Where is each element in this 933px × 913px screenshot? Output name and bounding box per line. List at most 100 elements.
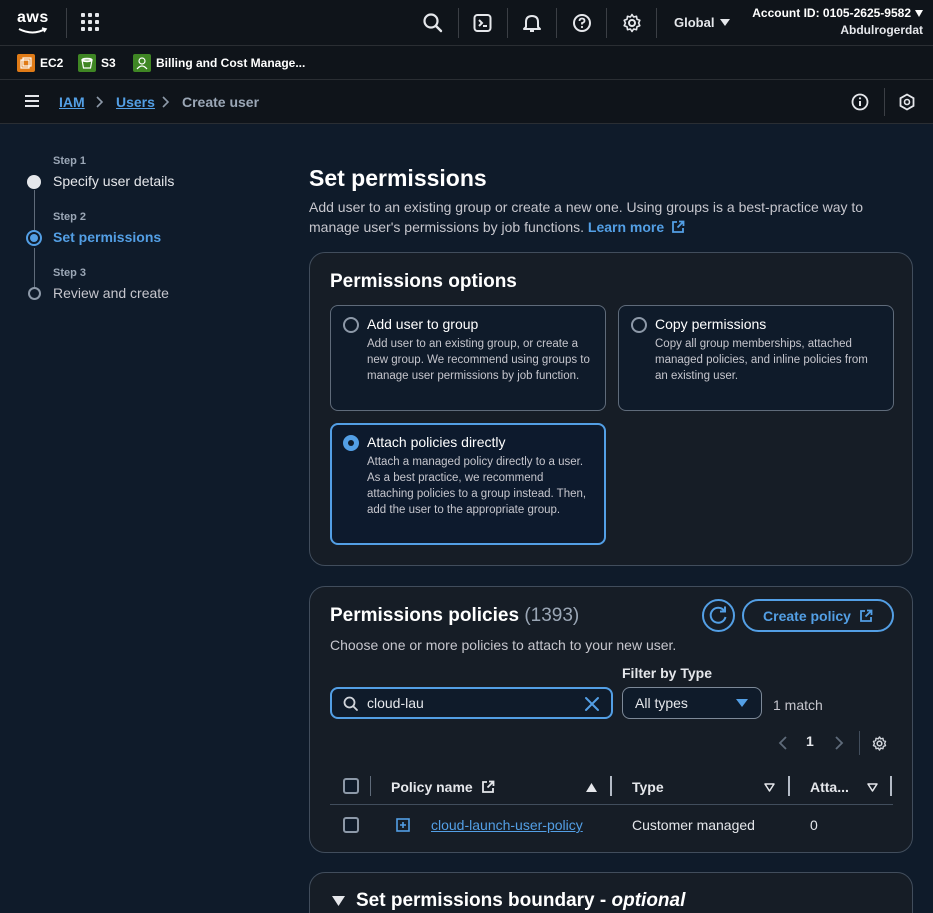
option-title: Copy permissions (655, 316, 767, 332)
match-count: 1 match (773, 697, 823, 713)
breadcrumb-iam[interactable]: IAM (59, 94, 85, 110)
nav-divider (556, 8, 557, 38)
external-link-icon (860, 609, 873, 622)
column-divider (370, 776, 371, 796)
table-row[interactable]: cloud-launch-user-policy Customer manage… (330, 805, 893, 845)
aws-smile-icon (18, 27, 48, 34)
account-user-name: Abdulrogerdat (840, 23, 923, 37)
permissions-policies-description: Choose one or more policies to attach to… (330, 637, 677, 653)
search-icon[interactable] (422, 12, 444, 34)
permissions-boundary-container: Set permissions boundary - optional (309, 872, 913, 913)
option-copy-permissions[interactable]: Copy permissions Copy all group membersh… (618, 305, 894, 411)
expand-icon[interactable] (396, 818, 410, 832)
option-description: Copy all group memberships, attached man… (655, 338, 868, 382)
menu-icon[interactable] (25, 95, 39, 108)
external-link-icon (481, 780, 494, 793)
refresh-button[interactable] (702, 599, 735, 632)
column-type[interactable]: Type (632, 779, 664, 795)
column-label: Policy name (391, 779, 473, 795)
column-policy-name[interactable]: Policy name (391, 779, 495, 795)
permissions-options-container: Permissions options Add user to group Ad… (309, 252, 913, 566)
option-attach-policies-directly[interactable]: Attach policies directly Attach a manage… (330, 423, 606, 545)
hexagon-settings-icon[interactable] (897, 92, 917, 112)
search-value: cloud-lau (367, 695, 424, 711)
account-id: Account ID: 0105-2625-9582 (752, 6, 911, 20)
step-3-number: Step 3 (53, 267, 87, 279)
gear-icon[interactable] (621, 12, 643, 34)
step-connector (34, 248, 35, 288)
favorite-ec2[interactable]: EC2 (17, 53, 63, 73)
grid-icon[interactable] (81, 13, 101, 33)
nav-divider (884, 88, 885, 116)
page-number[interactable]: 1 (806, 733, 814, 749)
page-description-text: Add user to an existing group or create … (309, 199, 864, 235)
region-label: Global (674, 15, 715, 30)
policy-count: (1393) (524, 605, 580, 626)
create-policy-button[interactable]: Create policy (742, 599, 894, 632)
pager-divider (859, 731, 860, 755)
cloudshell-icon[interactable] (472, 12, 494, 34)
ec2-icon (17, 54, 35, 72)
step-2-title: Set permissions (53, 229, 162, 245)
nav-divider (458, 8, 459, 38)
chevron-left-icon[interactable] (778, 736, 788, 750)
option-add-user-to-group[interactable]: Add user to group Add user to an existin… (330, 305, 606, 411)
step-connector (34, 190, 35, 232)
sort-icon[interactable] (764, 783, 775, 792)
permissions-policies-title: Permissions policies (330, 605, 520, 626)
page-description: Add user to an existing group or create … (309, 197, 889, 237)
step-1-title[interactable]: Specify user details (53, 173, 174, 189)
step-3-title: Review and create (53, 285, 169, 301)
step-2-number: Step 2 (53, 211, 87, 223)
table-preferences-icon[interactable] (871, 735, 888, 752)
radio-button[interactable] (631, 317, 647, 333)
filter-type-select[interactable]: All types (622, 687, 762, 719)
policy-name-link[interactable]: cloud-launch-user-policy (431, 817, 583, 833)
chevron-right-icon (162, 96, 170, 108)
radio-button[interactable] (343, 317, 359, 333)
select-all-checkbox[interactable] (343, 778, 359, 794)
caret-down-icon[interactable] (332, 896, 345, 907)
column-divider[interactable] (788, 776, 790, 796)
region-selector[interactable]: Global (674, 15, 731, 30)
billing-icon (133, 54, 151, 72)
aws-logo[interactable]: aws (17, 9, 51, 35)
sort-icon[interactable] (867, 783, 878, 792)
favorite-s3[interactable]: S3 (78, 53, 116, 73)
nav-divider (507, 8, 508, 38)
row-checkbox[interactable] (343, 817, 359, 833)
bell-icon[interactable] (521, 12, 543, 34)
chevron-right-icon[interactable] (834, 736, 844, 750)
nav-divider (606, 8, 607, 38)
filter-type-value: All types (635, 695, 688, 711)
permissions-policies-container: Permissions policies (1393) Create polic… (309, 586, 913, 853)
favorite-billing[interactable]: Billing and Cost Manage... (133, 53, 305, 73)
aws-logo-text: aws (17, 9, 49, 26)
policy-search-input[interactable]: cloud-lau (330, 687, 613, 719)
caret-down-icon (736, 699, 748, 707)
clear-icon[interactable] (584, 696, 600, 712)
top-navigation: aws Global Account ID: 0105-2625-9582 Ab… (0, 0, 933, 46)
breadcrumb-create-user: Create user (182, 94, 260, 110)
create-policy-label: Create policy (763, 607, 851, 624)
caret-down-icon (915, 10, 923, 17)
column-divider[interactable] (890, 776, 892, 796)
policy-attached-count: 0 (810, 817, 818, 833)
account-menu[interactable]: Account ID: 0105-2625-9582 Abdulrogerdat (752, 5, 923, 39)
info-icon[interactable] (850, 92, 870, 112)
chevron-right-icon (96, 96, 104, 108)
sort-ascending-icon[interactable] (586, 783, 597, 792)
favorite-label: Billing and Cost Manage... (156, 56, 306, 70)
help-icon[interactable] (571, 12, 593, 34)
permissions-boundary-header[interactable]: Set permissions boundary - optional (356, 890, 685, 912)
external-link-icon (672, 220, 685, 233)
step-pending-dot (28, 287, 41, 300)
step-1-number: Step 1 (53, 155, 87, 167)
breadcrumb-users[interactable]: Users (116, 94, 155, 110)
column-attached[interactable]: Atta... (810, 779, 849, 795)
column-divider[interactable] (610, 776, 612, 796)
permissions-boundary-title: Set permissions boundary - (356, 890, 612, 911)
radio-button-selected[interactable] (343, 435, 359, 451)
s3-icon (78, 54, 96, 72)
learn-more-link[interactable]: Learn more (588, 219, 685, 235)
